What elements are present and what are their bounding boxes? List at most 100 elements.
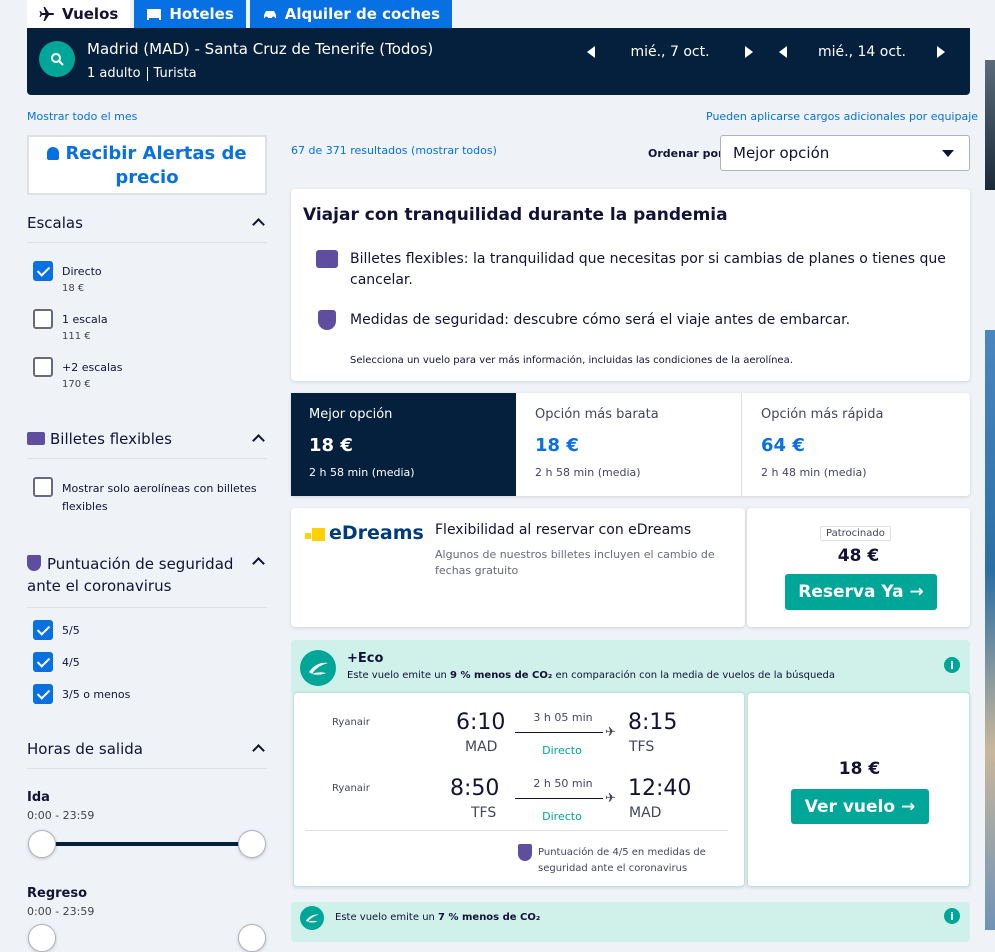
show-whole-month-link[interactable]: Mostrar todo el mes [27,110,137,123]
flex-only-label: Mostrar solo aerolíneas con billetes fle… [62,482,257,513]
sponsored-ad-card[interactable]: eDreams Flexibilidad al reservar con eDr… [291,508,745,627]
price-tab-best-label: Mejor opción [309,407,393,422]
divider [305,830,728,831]
stops-one-checkbox[interactable] [33,309,53,329]
shield-icon [518,844,532,861]
return-date[interactable]: mié., 14 oct. [787,44,937,60]
stops-two-price: 170 € [62,379,91,390]
leg2-arr-code: MAD [629,805,662,821]
price-tab-fastest[interactable]: Opción más rápida 64 € 2 h 48 min (media… [743,393,968,496]
extra-fees-link[interactable]: Pueden aplicarse cargos adicionales por … [706,110,978,123]
info-icon[interactable]: i [944,657,960,673]
sort-select[interactable]: Mejor opción [720,135,970,171]
return-slider-min-handle[interactable] [28,924,56,952]
return-range: 0:00 - 23:59 [27,905,95,918]
return-prev-arrow-icon[interactable] [779,46,787,58]
depart-date-picker: mié., 7 oct. [587,44,753,60]
product-tabs: Vuelos Hoteles Alquiler de coches [27,0,453,28]
leg-safety-note: Puntuación de 4/5 en medidas de segurida… [538,847,706,874]
cabin-text: Turista [153,66,197,81]
flight-price: 18 € [838,759,881,779]
eco2-text-pre: Este vuelo emite un [335,912,439,923]
search-icon [51,53,64,66]
price-tab-best-price: 18 € [309,435,353,456]
book-now-button[interactable]: Reserva Ya → [785,574,937,610]
leg2-line [515,798,603,799]
price-alert-label: Recibir Alertas de precio [65,143,247,188]
price-tab-cheapest-label: Opción más barata [535,407,659,422]
pandemic-safety-text: Medidas de seguridad: descubre cómo será… [350,312,851,328]
tab-hotels[interactable]: Hoteles [134,0,246,28]
outbound-slider-max-handle[interactable] [238,830,266,858]
outbound-range: 0:00 - 23:59 [27,809,95,822]
safety-5-label: 5/5 [62,624,80,637]
bell-icon [47,147,60,160]
price-alert-button[interactable]: Recibir Alertas de precio [27,135,267,195]
view-flight-button[interactable]: Ver vuelo → [791,789,929,824]
depart-next-arrow-icon[interactable] [745,46,753,58]
return-date-picker: mié., 14 oct. [779,44,945,60]
sort-label: Ordenar por [648,147,724,160]
price-tab-best[interactable]: Mejor opción 18 € 2 h 58 min (media) [291,393,516,496]
safety-filter-header[interactable]: Puntuación de seguridad ante el coronavi… [27,553,267,608]
shield-icon [27,555,41,571]
leg2-arr-time: 12:40 [628,776,692,801]
side-ad-image [985,60,995,190]
plane-icon [39,7,54,21]
tab-car-hire-label: Alquiler de coches [284,5,441,23]
chevron-up-icon [252,218,265,231]
ad-price: 48 € [837,546,880,566]
plane-icon: ✈ [605,791,616,806]
leg1-arr-time: 8:15 [628,710,678,735]
stops-direct-label: Directo [62,265,102,278]
flight-price-card: 18 € Ver vuelo → [747,692,970,887]
safety-3-checkbox[interactable] [33,684,53,704]
search-button[interactable] [39,41,75,77]
stops-filter-header[interactable]: Escalas [27,214,267,243]
depart-date[interactable]: mié., 7 oct. [595,44,745,60]
sort-value: Mejor opción [733,144,830,162]
safety-filter-title: Puntuación de seguridad ante el coronavi… [27,555,234,595]
pandemic-flex-text: Billetes flexibles: la tranquilidad que … [350,251,946,288]
return-next-arrow-icon[interactable] [937,46,945,58]
stops-direct-checkbox[interactable] [33,261,53,281]
flight-itinerary-card[interactable]: Ryanair 6:10 MAD 3 h 05 min ✈ Directo 8:… [293,692,745,887]
stops-two-label: +2 escalas [62,361,123,374]
search-summary[interactable]: Madrid (MAD) - Santa Cruz de Tenerife (T… [27,28,970,95]
eco2-text: Este vuelo emite un 7 % menos de CO₂ [335,912,540,923]
tab-car-hire[interactable]: Alquiler de coches [249,0,453,28]
route-text: Madrid (MAD) - Santa Cruz de Tenerife (T… [87,40,434,58]
edreams-logo-mark-2 [312,528,325,541]
eco-label: +Eco [347,651,384,666]
results-count-link[interactable]: 67 de 371 resultados (mostrar todos) [291,144,497,157]
leg2-dep-time: 8:50 [450,776,500,801]
leg1-airline: Ryanair [332,717,370,728]
leg2-stops: Directo [542,810,582,823]
sponsored-price-card: Patrocinado 48 € Reserva Ya → [747,508,970,627]
safety-4-checkbox[interactable] [33,652,53,672]
depart-prev-arrow-icon[interactable] [587,46,595,58]
tab-flights-label: Vuelos [62,5,119,23]
flex-ticket-icon [27,432,45,445]
outbound-slider-min-handle[interactable] [28,830,56,858]
plane-icon: ✈ [605,725,616,740]
safety-5-checkbox[interactable] [33,620,53,640]
pandemic-note: Selecciona un vuelo para ver más informa… [350,355,793,366]
outbound-slider-track[interactable] [40,842,252,846]
leg1-dep-time: 6:10 [456,710,506,735]
outbound-label: Ida [27,790,50,805]
price-tab-cheapest[interactable]: Opción más barata 18 € 2 h 58 min (media… [517,393,742,496]
flex-filter-header[interactable]: Billetes flexibles [27,430,267,459]
pandemic-info-card: Viajar con tranquilidad durante la pande… [291,189,970,381]
return-slider-max-handle[interactable] [238,924,266,952]
info-icon[interactable]: i [944,908,960,924]
ad-description: Algunos de nuestros billetes incluyen el… [435,548,715,577]
times-filter-header[interactable]: Horas de salida [27,740,267,769]
tab-flights[interactable]: Vuelos [27,0,131,28]
flex-only-checkbox[interactable] [33,477,53,497]
eco2-text-bold: 7 % menos de CO₂ [438,912,541,923]
leg2-dep-code: TFS [471,805,497,821]
stops-two-checkbox[interactable] [33,357,53,377]
leaf-icon [300,906,324,930]
leg2-duration: 2 h 50 min [533,777,593,790]
